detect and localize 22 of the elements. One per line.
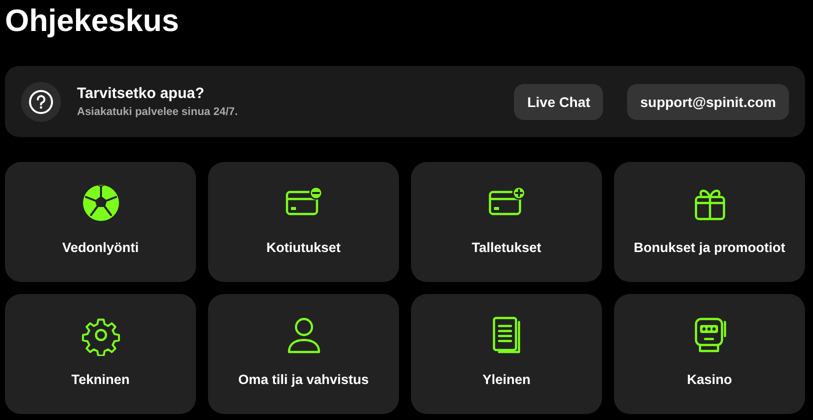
category-label: Kotiutukset xyxy=(266,240,341,254)
category-label: Vedonlyönti xyxy=(62,240,139,254)
category-card[interactable]: Kotiutukset xyxy=(208,162,399,282)
category-label: Tekninen xyxy=(71,372,130,386)
page-title: Ohjekeskus xyxy=(5,2,180,40)
category-card[interactable]: Yleinen xyxy=(411,294,602,414)
category-card[interactable]: Kasino xyxy=(614,294,805,414)
live-chat-button[interactable]: Live Chat xyxy=(514,84,604,120)
help-title: Tarvitsetko apua? xyxy=(77,85,206,102)
category-label: Yleinen xyxy=(482,372,530,386)
category-card[interactable]: Tekninen xyxy=(5,294,196,414)
category-label: Bonukset ja promootiot xyxy=(634,240,786,254)
category-label: Kasino xyxy=(686,372,732,386)
category-card[interactable]: Oma tili ja vahvistus xyxy=(208,294,399,414)
category-card[interactable]: Talletukset xyxy=(411,162,602,282)
category-label: Oma tili ja vahvistus xyxy=(238,372,369,386)
help-subtitle: Asiakatuki palvelee sinua 24/7. xyxy=(77,106,239,118)
category-label: Talletukset xyxy=(472,240,542,254)
help-icon xyxy=(21,82,61,122)
category-card[interactable]: Vedonlyönti xyxy=(5,162,196,282)
category-card[interactable]: Bonukset ja promootiot xyxy=(614,162,805,282)
email-button[interactable]: support@spinit.com xyxy=(627,84,789,120)
